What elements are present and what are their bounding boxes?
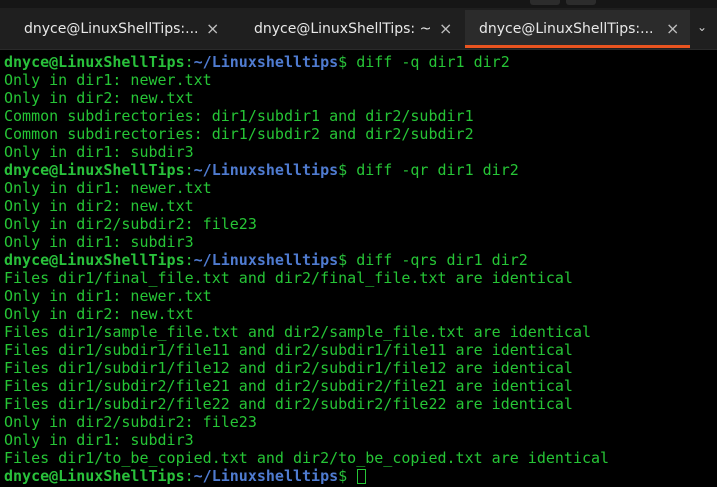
output-line: Only in dir1: subdir3 — [4, 233, 194, 251]
tab-1[interactable]: dnyce@LinuxShellTips:... × — [0, 10, 225, 48]
prompt-path: ~/Linuxshelltips — [193, 53, 339, 71]
prompt-separator: : — [184, 53, 194, 71]
output-line: Only in dir1: newer.txt — [4, 71, 212, 89]
output-line: Files dir1/sample_file.txt and dir2/samp… — [4, 323, 591, 341]
close-icon[interactable]: × — [666, 19, 679, 38]
prompt-line: dnyce@LinuxShellTips:~/Linuxshelltips$ d… — [4, 53, 716, 71]
output-line: Only in dir1: newer.txt — [4, 179, 212, 197]
window-control[interactable] — [530, 0, 560, 5]
output-line: Only in dir1: newer.txt — [4, 287, 212, 305]
output-line: Only in dir2: new.txt — [4, 305, 194, 323]
prompt-separator: : — [184, 467, 194, 485]
output-line: Only in dir2/subdir2: file23 — [4, 413, 257, 431]
title-strip — [0, 0, 717, 8]
output-line: Only in dir2: new.txt — [4, 197, 194, 215]
command-text: diff -qr dir1 dir2 — [347, 161, 519, 179]
output-line: Only in dir2: new.txt — [4, 89, 194, 107]
prompt-separator: : — [184, 251, 194, 269]
terminal-window: dnyce@LinuxShellTips:... × dnyce@LinuxSh… — [0, 0, 717, 487]
output-line: Files dir1/to_be_copied.txt and dir2/to_… — [4, 449, 610, 467]
chevron-down-icon[interactable]: ⌄ — [697, 20, 707, 34]
tab-bar: dnyce@LinuxShellTips:... × dnyce@LinuxSh… — [0, 0, 717, 50]
prompt-user: dnyce@LinuxShellTips — [4, 161, 185, 179]
prompt-line: dnyce@LinuxShellTips:~/Linuxshelltips$ d… — [4, 251, 716, 269]
active-tab-indicator — [465, 45, 690, 48]
prompt-path: ~/Linuxshelltips — [193, 467, 339, 485]
tab-label: dnyce@LinuxShellTips: ~ — [254, 21, 432, 37]
output-line: Files dir1/subdir1/file12 and dir2/subdi… — [4, 359, 573, 377]
prompt-symbol: $ — [338, 251, 348, 269]
prompt-symbol: $ — [338, 161, 348, 179]
command-text: diff -qrs dir1 dir2 — [347, 251, 528, 269]
tab-3[interactable]: dnyce@LinuxShellTips:... × — [465, 10, 690, 48]
output-line: Only in dir2/subdir2: file23 — [4, 215, 257, 233]
prompt-path: ~/Linuxshelltips — [193, 251, 339, 269]
command-text: diff -q dir1 dir2 — [347, 53, 510, 71]
tab-2[interactable]: dnyce@LinuxShellTips: ~ × — [234, 10, 459, 48]
prompt-user: dnyce@LinuxShellTips — [4, 53, 185, 71]
output-line: Common subdirectories: dir1/subdir1 and … — [4, 107, 474, 125]
terminal-cursor — [357, 469, 367, 484]
window-control[interactable] — [566, 0, 596, 5]
output-line: Files dir1/subdir1/file11 and dir2/subdi… — [4, 341, 573, 359]
prompt-path: ~/Linuxshelltips — [193, 161, 339, 179]
tab-label: dnyce@LinuxShellTips:... — [24, 21, 199, 37]
output-line: Files dir1/subdir2/file22 and dir2/subdi… — [4, 395, 573, 413]
prompt-symbol: $ — [338, 53, 348, 71]
close-icon[interactable]: × — [439, 19, 452, 38]
prompt-separator: : — [184, 161, 194, 179]
output-line: Files dir1/subdir2/file21 and dir2/subdi… — [4, 377, 573, 395]
close-icon[interactable]: × — [206, 19, 219, 38]
prompt-line: dnyce@LinuxShellTips:~/Linuxshelltips$ d… — [4, 161, 716, 179]
output-line: Common subdirectories: dir1/subdir2 and … — [4, 125, 474, 143]
tab-label: dnyce@LinuxShellTips:... — [479, 21, 654, 37]
terminal-output[interactable]: dnyce@LinuxShellTips:~/Linuxshelltips$ d… — [4, 53, 716, 485]
prompt-line: dnyce@LinuxShellTips:~/Linuxshelltips$ — [4, 467, 716, 485]
output-line: Only in dir1: subdir3 — [4, 431, 194, 449]
prompt-user: dnyce@LinuxShellTips — [4, 467, 185, 485]
output-line: Files dir1/final_file.txt and dir2/final… — [4, 269, 573, 287]
prompt-user: dnyce@LinuxShellTips — [4, 251, 185, 269]
prompt-symbol: $ — [338, 467, 348, 485]
output-line: Only in dir1: subdir3 — [4, 143, 194, 161]
